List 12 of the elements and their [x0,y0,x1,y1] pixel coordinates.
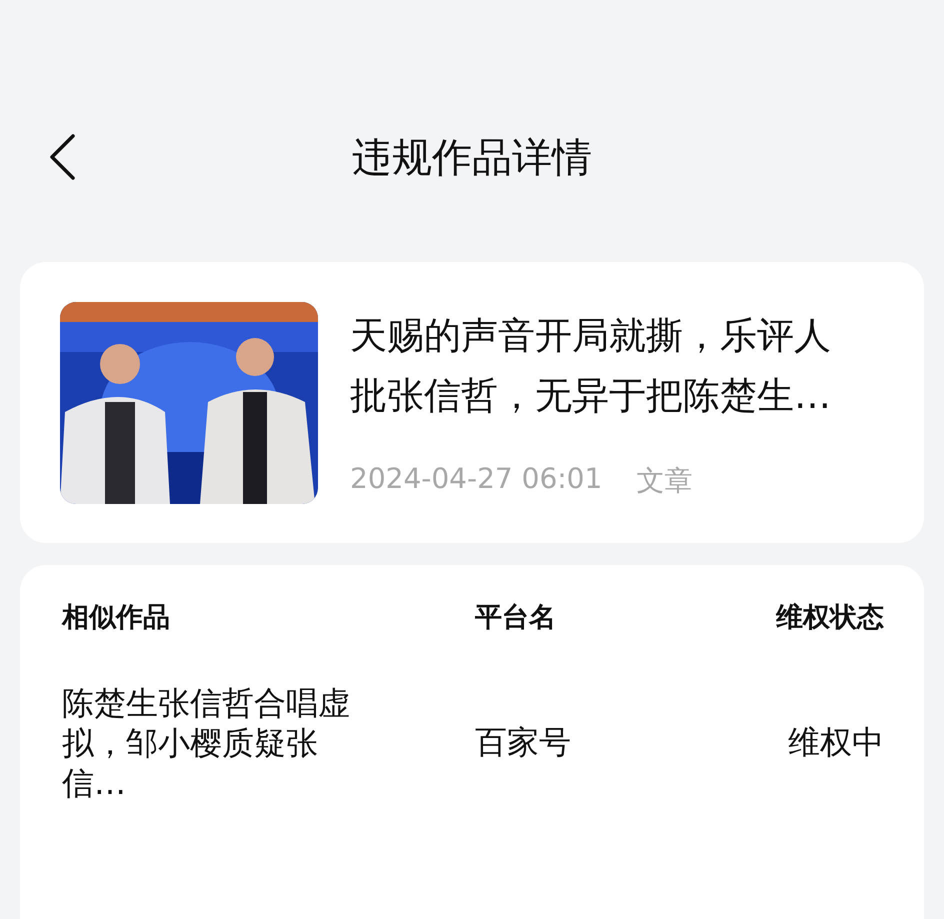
publish-date: 2024-04-27 06:01 [350,462,602,496]
table-cell[interactable]: 陈楚生张信哲合唱虚拟，邹小樱质疑张信… [62,683,362,803]
work-title: 天赐的声音开局就撕，乐评人批张信哲，无异于把陈楚生… [350,312,832,418]
work-type: 文章 [636,462,692,498]
work-card[interactable]: 天赐的声音开局就撕，乐评人批张信哲，无异于把陈楚生… 2024-04-27 06:01 文章 [20,262,924,543]
back-icon[interactable] [48,134,76,180]
page-title: 违规作品详情 [352,134,592,182]
table-cell-text: 维权中 [788,722,884,763]
table-cell-text: 百家号 [475,722,572,763]
column-header: 相似作品 [62,601,171,635]
column-header: 平台名 [475,601,557,635]
column-header: 维权状态 [776,601,884,635]
